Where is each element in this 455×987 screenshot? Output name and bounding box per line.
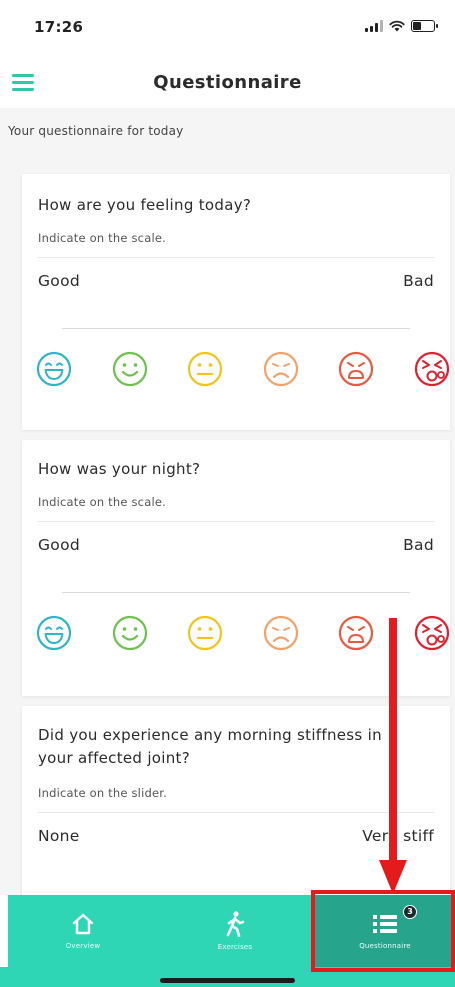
- scale-high-label: Bad: [403, 272, 434, 290]
- face-scale: [22, 351, 450, 387]
- question-card: How was your night? Indicate on the scal…: [22, 440, 450, 696]
- scale-low-label: Good: [38, 272, 81, 290]
- face-scale: [22, 615, 450, 651]
- very-happy-face-icon[interactable]: [36, 615, 72, 651]
- scale-labels: Good Bad: [22, 536, 450, 554]
- scale-high-label: Very stiff: [362, 827, 434, 845]
- page-title: Questionnaire: [153, 72, 302, 93]
- tab-label: Overview: [65, 942, 101, 950]
- question-card: How are you feeling today? Indicate on t…: [22, 174, 450, 430]
- question-text: How are you feeling today?: [38, 196, 252, 214]
- question-text: How was your night?: [38, 460, 201, 478]
- divider: [38, 812, 434, 813]
- very-upset-face-icon[interactable]: [414, 351, 450, 387]
- question-hint: Indicate on the scale.: [38, 231, 166, 245]
- app-header: Questionnaire: [0, 60, 455, 108]
- cellular-signal-icon: [365, 20, 383, 32]
- upset-face-icon[interactable]: [338, 351, 374, 387]
- status-icons: [365, 20, 438, 32]
- question-card: Did you experience any morning stiffness…: [22, 706, 450, 895]
- divider: [38, 521, 434, 522]
- tab-label: Questionnaire: [359, 942, 411, 950]
- notification-badge: 3: [403, 905, 417, 919]
- battery-level: [413, 22, 421, 30]
- sad-face-icon[interactable]: [263, 615, 299, 651]
- home-icon: [72, 913, 94, 935]
- home-indicator: [160, 978, 295, 983]
- question-hint: Indicate on the scale.: [38, 495, 166, 509]
- scale-track[interactable]: [62, 592, 410, 593]
- scale-labels: Good Bad: [22, 272, 450, 290]
- tab-exercises[interactable]: Exercises: [158, 895, 312, 967]
- intro-text: Your questionnaire for today: [8, 124, 184, 138]
- battery-icon: [411, 20, 438, 32]
- very-upset-face-icon[interactable]: [414, 615, 450, 651]
- list-icon: [373, 915, 397, 933]
- question-hint: Indicate on the slider.: [38, 786, 167, 800]
- very-happy-face-icon[interactable]: [36, 351, 72, 387]
- divider: [38, 257, 434, 258]
- scale-labels: None Very stiff: [22, 827, 450, 845]
- tab-questionnaire[interactable]: 3 Questionnaire: [315, 895, 455, 967]
- scale-low-label: Good: [38, 536, 81, 554]
- walking-person-icon: [226, 911, 245, 937]
- questionnaire-scroll-area[interactable]: Your questionnaire for today How are you…: [0, 108, 455, 895]
- wifi-icon: [389, 20, 405, 32]
- question-text: Did you experience any morning stiffness…: [38, 726, 382, 767]
- neutral-face-icon[interactable]: [187, 351, 223, 387]
- bottom-tab-bar: Overview Exercises 3 Questionnaire: [8, 895, 455, 967]
- tab-label: Exercises: [217, 943, 253, 951]
- tab-overview[interactable]: Overview: [8, 895, 158, 967]
- upset-face-icon[interactable]: [338, 615, 374, 651]
- scale-track[interactable]: [62, 328, 410, 329]
- status-bar: 17:26: [0, 0, 455, 60]
- happy-face-icon[interactable]: [112, 351, 148, 387]
- status-time: 17:26: [34, 18, 84, 36]
- neutral-face-icon[interactable]: [187, 615, 223, 651]
- scale-low-label: None: [38, 827, 80, 845]
- bottom-safe-area: [0, 967, 455, 987]
- happy-face-icon[interactable]: [112, 615, 148, 651]
- sad-face-icon[interactable]: [263, 351, 299, 387]
- scale-high-label: Bad: [403, 536, 434, 554]
